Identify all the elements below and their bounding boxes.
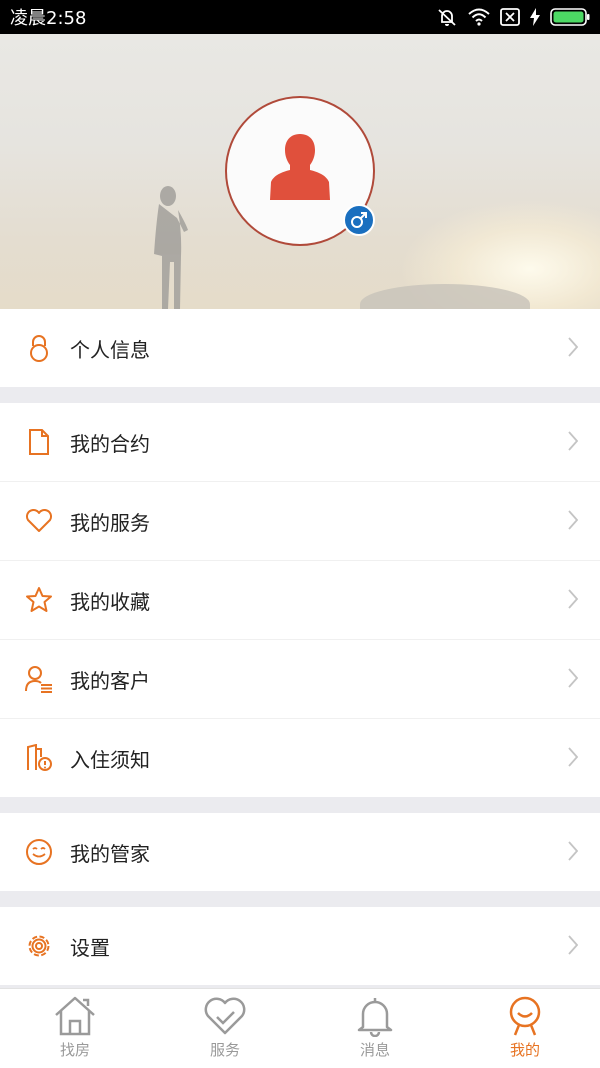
gear-icon (24, 931, 54, 961)
chevron-right-icon (568, 668, 579, 692)
tab-label: 消息 (359, 1041, 390, 1059)
gender-badge (343, 204, 375, 236)
chevron-right-icon (568, 935, 579, 959)
menu-item-label: 入住须知 (70, 747, 150, 772)
menu-group-butler: 我的管家 (0, 813, 600, 891)
battery-icon (550, 8, 590, 26)
profile-menu: 个人信息 我的合约 我的服务 我的收藏 我的客户 入住须知 我的管家 设置 (0, 309, 600, 985)
header-background-figure (154, 186, 188, 309)
smile-icon (24, 837, 54, 867)
lock-icon (24, 333, 54, 363)
menu-group-settings: 设置 (0, 907, 600, 985)
section-divider (0, 891, 600, 907)
charging-icon (530, 8, 540, 26)
customer-list-icon (24, 664, 54, 694)
heart-icon (24, 506, 54, 536)
menu-item-label: 我的服务 (70, 510, 150, 535)
tab-label: 我的 (509, 1041, 540, 1059)
user-silhouette-icon (270, 134, 330, 200)
status-bar: 凌晨2:58 (0, 0, 600, 34)
profile-header (0, 34, 600, 309)
document-icon (24, 427, 54, 457)
menu-group-main: 我的合约 我的服务 我的收藏 我的客户 入住须知 (0, 403, 600, 797)
menu-item-my-butler[interactable]: 我的管家 (0, 813, 600, 891)
sim-blocked-icon (500, 8, 520, 26)
chevron-right-icon (568, 337, 579, 361)
tab-label: 找房 (59, 1041, 90, 1059)
mute-icon (436, 7, 458, 27)
menu-item-label: 我的合约 (70, 431, 150, 456)
menu-item-checkin-notice[interactable]: 入住须知 (0, 718, 600, 797)
tab-services[interactable]: 服务 (150, 989, 300, 1068)
chevron-right-icon (568, 589, 579, 613)
male-icon (351, 212, 367, 228)
menu-item-personal-info[interactable]: 个人信息 (0, 309, 600, 387)
chevron-right-icon (568, 510, 579, 534)
bell-icon (357, 998, 393, 1037)
menu-item-my-favorites[interactable]: 我的收藏 (0, 560, 600, 639)
heart-tab-icon (204, 997, 246, 1035)
wifi-icon (468, 8, 490, 26)
menu-item-my-contracts[interactable]: 我的合约 (0, 403, 600, 481)
tab-find-house[interactable]: 找房 (0, 989, 150, 1068)
menu-item-label: 设置 (70, 935, 110, 960)
chevron-right-icon (568, 431, 579, 455)
menu-item-label: 我的客户 (70, 668, 150, 693)
star-icon (24, 585, 54, 615)
menu-item-label: 我的收藏 (70, 589, 150, 614)
menu-item-my-customers[interactable]: 我的客户 (0, 639, 600, 718)
chevron-right-icon (568, 841, 579, 865)
section-divider (0, 387, 600, 403)
menu-item-label: 我的管家 (70, 841, 150, 866)
menu-item-my-services[interactable]: 我的服务 (0, 481, 600, 560)
chevron-right-icon (568, 747, 579, 771)
menu-item-label: 个人信息 (70, 337, 150, 362)
tab-label: 服务 (209, 1041, 240, 1059)
smiley-face-icon (509, 996, 541, 1036)
menu-group-profile: 个人信息 (0, 309, 600, 387)
status-time: 凌晨2:58 (10, 8, 87, 29)
tab-messages[interactable]: 消息 (300, 989, 450, 1068)
checkin-notice-icon (24, 743, 54, 773)
menu-item-settings[interactable]: 设置 (0, 907, 600, 985)
house-icon (55, 996, 95, 1036)
tab-mine[interactable]: 我的 (450, 989, 600, 1068)
bottom-tab-bar: 找房 服务 消息 我的 (0, 988, 600, 1068)
section-divider (0, 797, 600, 813)
